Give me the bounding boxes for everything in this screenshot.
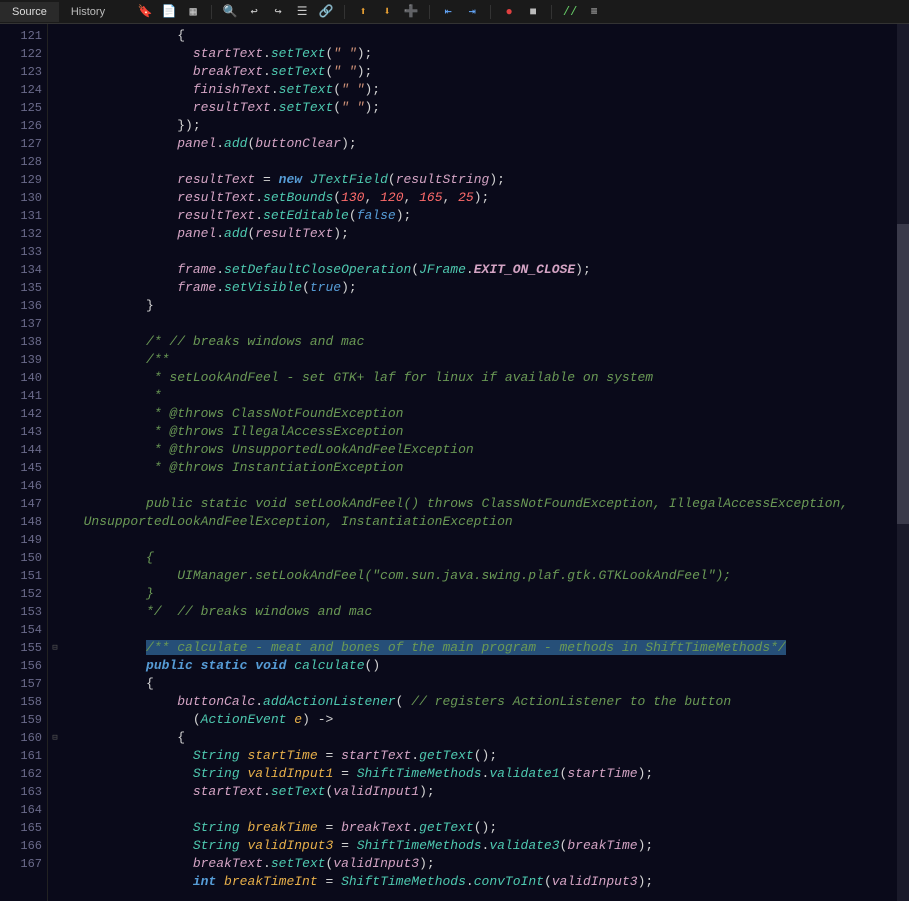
stop-icon[interactable]: ■ bbox=[525, 4, 541, 20]
code-line[interactable]: /** calculate - meat and bones of the ma… bbox=[68, 639, 897, 657]
code-line[interactable] bbox=[68, 801, 897, 819]
code-line[interactable]: startText.setText(validInput1); bbox=[68, 783, 897, 801]
code-line[interactable]: UIManager.setLookAndFeel("com.sun.java.s… bbox=[68, 567, 897, 585]
up-icon[interactable]: ⬆ bbox=[355, 4, 371, 20]
code-line[interactable]: public static void calculate() bbox=[68, 657, 897, 675]
code-line[interactable]: int breakTimeInt = ShiftTimeMethods.conv… bbox=[68, 873, 897, 891]
code-line[interactable]: public static void setLookAndFeel() thro… bbox=[68, 495, 897, 513]
code-line[interactable]: finishText.setText(" "); bbox=[68, 81, 897, 99]
link-icon[interactable]: 🔗 bbox=[318, 4, 334, 20]
code-line[interactable]: String breakTime = breakText.getText(); bbox=[68, 819, 897, 837]
code-line[interactable]: resultText.setText(" "); bbox=[68, 99, 897, 117]
code-line[interactable]: * @throws ClassNotFoundException bbox=[68, 405, 897, 423]
code-line[interactable]: { bbox=[68, 549, 897, 567]
code-line[interactable]: String startTime = startText.getText(); bbox=[68, 747, 897, 765]
code-line[interactable]: */ // breaks windows and mac bbox=[68, 603, 897, 621]
code-line[interactable]: breakText.setText(" "); bbox=[68, 63, 897, 81]
code-line[interactable]: resultText = new JTextField(resultString… bbox=[68, 171, 897, 189]
code-line[interactable]: UnsupportedLookAndFeelException, Instant… bbox=[68, 513, 897, 531]
code-line[interactable]: * setLookAndFeel - set GTK+ laf for linu… bbox=[68, 369, 897, 387]
code-line[interactable]: * bbox=[68, 387, 897, 405]
code-area[interactable]: { startText.setText(" "); breakText.setT… bbox=[62, 24, 897, 901]
down-icon[interactable]: ⬇ bbox=[379, 4, 395, 20]
code-line[interactable]: { bbox=[68, 729, 897, 747]
record-icon[interactable]: ● bbox=[501, 4, 517, 20]
code-line[interactable]: }); bbox=[68, 117, 897, 135]
code-line[interactable] bbox=[68, 243, 897, 261]
plus-icon[interactable]: ➕ bbox=[403, 4, 419, 20]
code-line[interactable]: String validInput1 = ShiftTimeMethods.va… bbox=[68, 765, 897, 783]
code-line[interactable]: breakText.setText(validInput3); bbox=[68, 855, 897, 873]
code-line[interactable]: startText.setText(" "); bbox=[68, 45, 897, 63]
code-line[interactable]: String validInput3 = ShiftTimeMethods.va… bbox=[68, 837, 897, 855]
code-line[interactable]: } bbox=[68, 585, 897, 603]
code-line[interactable] bbox=[68, 531, 897, 549]
code-line[interactable] bbox=[68, 477, 897, 495]
code-line[interactable] bbox=[68, 621, 897, 639]
layout-icon[interactable]: ▦ bbox=[185, 4, 201, 20]
toolbar-icons: 🔖 📄 ▦ 🔍 ↩ ↪ ☰ 🔗 ⬆ ⬇ ➕ ⇤ ⇥ ● ■ // ≡ bbox=[117, 4, 602, 20]
code-line[interactable]: /** bbox=[68, 351, 897, 369]
code-line[interactable] bbox=[68, 153, 897, 171]
arrow-right-icon[interactable]: ↪ bbox=[270, 4, 286, 20]
indent-left-icon[interactable]: ⇤ bbox=[440, 4, 456, 20]
code-line[interactable]: * @throws IllegalAccessException bbox=[68, 423, 897, 441]
tab-source[interactable]: Source bbox=[0, 2, 59, 22]
zoom-icon[interactable]: 🔍 bbox=[222, 4, 238, 20]
indent-right-icon[interactable]: ⇥ bbox=[464, 4, 480, 20]
editor[interactable]: 1211221231241251261271281291301311321331… bbox=[0, 24, 909, 901]
code-line[interactable]: frame.setVisible(true); bbox=[68, 279, 897, 297]
code-line[interactable]: (ActionEvent e) -> bbox=[68, 711, 897, 729]
fold-column[interactable]: ⊟⊟ bbox=[48, 24, 62, 901]
arrow-left-icon[interactable]: ↩ bbox=[246, 4, 262, 20]
code-line[interactable]: { bbox=[68, 675, 897, 693]
code-line[interactable]: frame.setDefaultCloseOperation(JFrame.EX… bbox=[68, 261, 897, 279]
code-line[interactable] bbox=[68, 315, 897, 333]
code-line[interactable]: * @throws UnsupportedLookAndFeelExceptio… bbox=[68, 441, 897, 459]
slashes-icon[interactable]: // bbox=[562, 4, 578, 20]
code-line[interactable]: buttonCalc.addActionListener( // registe… bbox=[68, 693, 897, 711]
code-line[interactable]: } bbox=[68, 297, 897, 315]
tab-history[interactable]: History bbox=[59, 2, 117, 22]
line-gutter: 1211221231241251261271281291301311321331… bbox=[0, 24, 48, 901]
code-line[interactable]: resultText.setBounds(130, 120, 165, 25); bbox=[68, 189, 897, 207]
list-icon[interactable]: ☰ bbox=[294, 4, 310, 20]
code-line[interactable]: { bbox=[68, 27, 897, 45]
bookmark-icon[interactable]: 🔖 bbox=[137, 4, 153, 20]
page-icon[interactable]: 📄 bbox=[161, 4, 177, 20]
code-line[interactable]: /* // breaks windows and mac bbox=[68, 333, 897, 351]
main-toolbar: Source History 🔖 📄 ▦ 🔍 ↩ ↪ ☰ 🔗 ⬆ ⬇ ➕ ⇤ ⇥ ● ■ // ≡ bbox=[0, 0, 909, 24]
scroll-thumb[interactable] bbox=[897, 224, 909, 524]
eq-icon[interactable]: ≡ bbox=[586, 4, 602, 20]
code-line[interactable]: * @throws InstantiationException bbox=[68, 459, 897, 477]
code-line[interactable]: panel.add(buttonClear); bbox=[68, 135, 897, 153]
vertical-scrollbar[interactable] bbox=[897, 24, 909, 901]
code-line[interactable]: panel.add(resultText); bbox=[68, 225, 897, 243]
code-line[interactable]: resultText.setEditable(false); bbox=[68, 207, 897, 225]
